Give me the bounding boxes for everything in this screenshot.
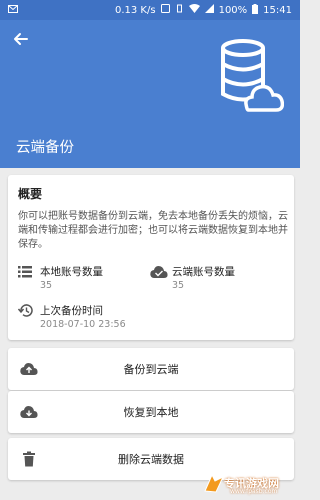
vibrate-icon [175, 4, 184, 16]
restore-label: 恢复到本地 [123, 406, 179, 419]
watermark-logo-icon [204, 473, 225, 493]
delete-label: 删除云端数据 [118, 453, 184, 466]
last-backup-label: 上次备份时间 [40, 305, 103, 317]
signal-icon [204, 4, 214, 16]
overview-title: 概要 [18, 187, 43, 201]
mail-icon [8, 4, 18, 16]
restore-to-local-button[interactable]: 恢复到本地 [8, 391, 294, 433]
nfc-icon [160, 4, 170, 16]
network-speed: 0.13 K/s [114, 4, 156, 16]
app-header: 云端备份 [0, 20, 300, 168]
status-bar: 0.13 K/s 100% 15:41 [0, 0, 300, 20]
cloud-upload-icon [20, 360, 38, 378]
battery-icon [252, 3, 259, 17]
battery-percent: 100% [218, 4, 248, 16]
back-button[interactable] [10, 28, 32, 50]
last-backup-value: 2018-07-10 23:56 [40, 319, 126, 330]
cloud-count-stat: 云端账号数量 35 [150, 264, 280, 296]
page-title: 云端备份 [16, 140, 74, 156]
cloud-count-value: 35 [172, 280, 185, 291]
history-icon [17, 303, 34, 319]
local-count-value: 35 [40, 280, 53, 291]
local-count-stat: 本地账号数量 35 [18, 264, 138, 296]
arrow-left-icon [14, 33, 28, 45]
local-count-label: 本地账号数量 [40, 266, 103, 278]
trash-icon [20, 450, 38, 468]
watermark: 专讯游戏网 www.fpasb.com [200, 470, 296, 496]
overview-description: 你可以把账号数据备份到云端，免去本地备份丢失的烦恼，云端和传输过程都会进行加密；… [18, 211, 288, 250]
watermark-url: www.fpasb.com [230, 488, 278, 495]
overview-card: 概要 你可以把账号数据备份到云端，免去本地备份丢失的烦恼，云端和传输过程都会进行… [8, 175, 294, 340]
list-icon [18, 264, 34, 280]
clock: 15:41 [263, 4, 292, 16]
backup-to-cloud-button[interactable]: 备份到云端 [8, 348, 294, 390]
wifi-icon [188, 4, 200, 16]
cloud-download-icon [20, 403, 38, 421]
last-backup-stat: 上次备份时间 2018-07-10 23:56 [17, 303, 218, 335]
cloud-count-label: 云端账号数量 [172, 266, 235, 278]
backup-label: 备份到云端 [123, 363, 179, 376]
cloud-database-icon [218, 38, 285, 116]
cloud-done-icon [150, 264, 168, 280]
